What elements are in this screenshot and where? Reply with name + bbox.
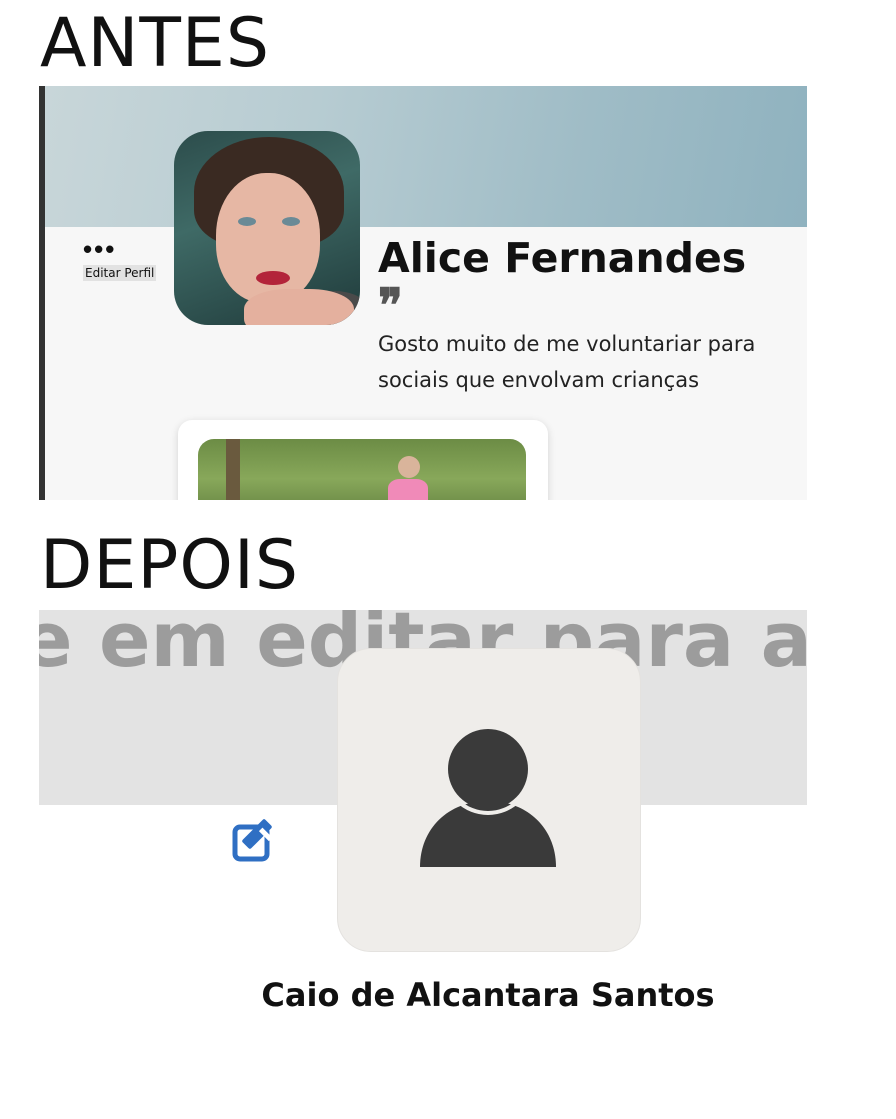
profile-photo <box>174 131 360 325</box>
profile-name: Caio de Alcantara Santos <box>261 976 715 1014</box>
activity-photo <box>198 439 526 500</box>
edit-icon[interactable] <box>232 818 278 864</box>
after-heading: DEPOIS <box>40 526 300 605</box>
profile-name: Alice Fernandes <box>378 234 747 282</box>
quote-icon: ❞ <box>378 278 403 332</box>
user-placeholder-icon <box>420 729 556 867</box>
more-options-icon[interactable]: ••• <box>83 236 116 262</box>
before-heading: ANTES <box>40 4 271 83</box>
before-screenshot: ••• Editar Perfil Alice Fernandes ❞ Gost… <box>39 86 807 500</box>
profile-avatar[interactable] <box>337 648 641 952</box>
bio-line: Gosto muito de me voluntariar para <box>378 332 756 356</box>
cover-banner <box>45 86 807 227</box>
edit-profile-button[interactable]: Editar Perfil <box>83 265 157 281</box>
profile-bio: Gosto muito de me voluntariar para socia… <box>378 326 807 398</box>
activity-card[interactable] <box>178 420 548 500</box>
bio-line: sociais que envolvam crianças <box>378 368 700 392</box>
